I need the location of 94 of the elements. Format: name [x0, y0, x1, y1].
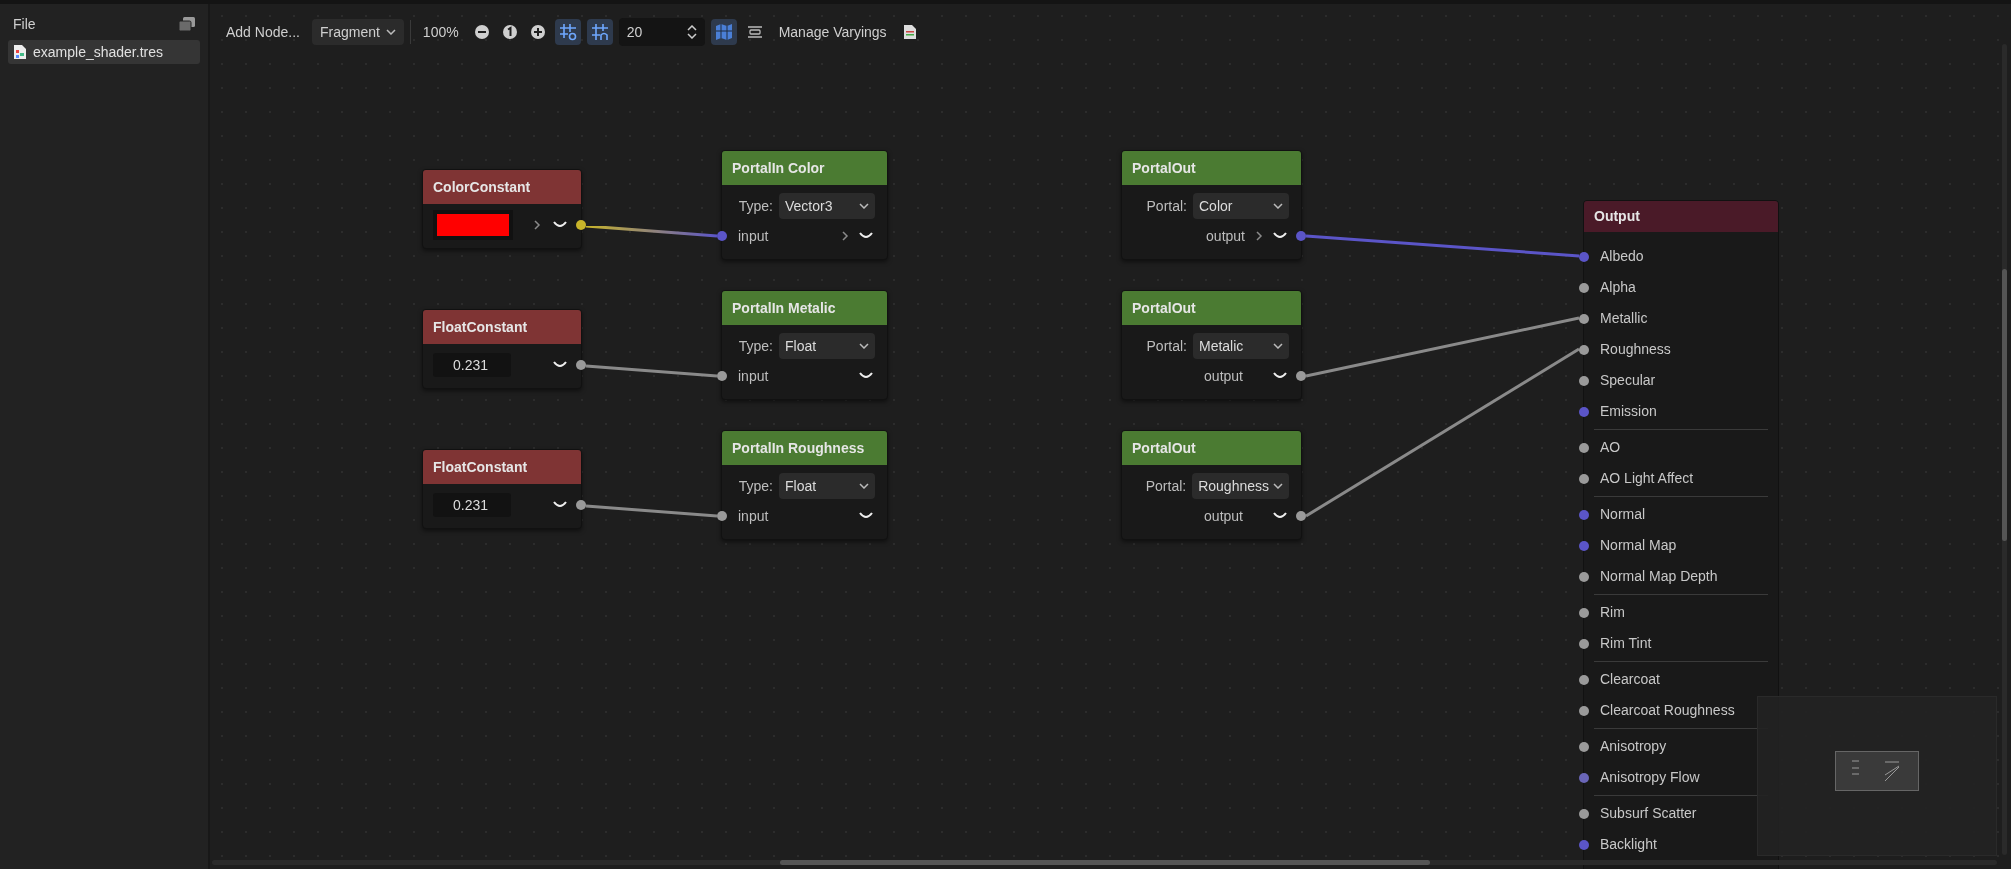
minimap-icon — [714, 23, 733, 41]
dropdown[interactable]: Vector3 — [779, 193, 875, 219]
zoom-reset-button[interactable]: 100% — [416, 18, 465, 46]
scrollbar-thumb[interactable] — [2002, 269, 2007, 541]
dropdown[interactable]: Float — [779, 333, 875, 359]
preview-toggle-icon[interactable] — [553, 361, 567, 369]
grid-icon — [590, 23, 609, 41]
shader-mode-dropdown[interactable]: Fragment — [311, 19, 404, 45]
snap-toggle[interactable] — [554, 19, 581, 45]
value-field[interactable]: 0.231 — [433, 353, 511, 377]
port-label: Alpha — [1600, 278, 1636, 297]
vertical-scrollbar[interactable] — [2002, 44, 2007, 855]
field-label: Type: — [738, 336, 773, 356]
port-label: input — [738, 506, 769, 526]
port-label: Normal Map Depth — [1600, 567, 1718, 586]
port-label: output — [1206, 226, 1245, 246]
port-label: Subsurf Scatter — [1600, 804, 1697, 823]
port-label: input — [738, 226, 769, 246]
node-title: FloatConstant — [423, 450, 581, 484]
zoom-out-icon[interactable] — [473, 24, 490, 40]
preview-toggle-icon[interactable] — [553, 501, 567, 509]
port-label: output — [1204, 506, 1243, 526]
node-title: PortalIn Metalic — [722, 291, 887, 325]
port-label: Backlight — [1600, 835, 1657, 854]
node-title: FloatConstant — [423, 310, 581, 344]
node-title: PortalIn Color — [722, 151, 887, 185]
horizontal-scrollbar[interactable] — [212, 860, 1997, 865]
port-label: output — [1204, 366, 1243, 386]
port-label: Rim — [1600, 603, 1625, 622]
port-label: Clearcoat — [1600, 670, 1660, 689]
port-label: input — [738, 366, 769, 386]
preview-toggle-icon[interactable] — [1273, 372, 1287, 380]
file-item[interactable]: example_shader.tres — [8, 40, 200, 64]
arrange-icon[interactable] — [746, 25, 763, 39]
node-title: PortalOut — [1122, 291, 1301, 325]
node-title: PortalOut — [1122, 431, 1301, 465]
dropdown[interactable]: Metalic — [1193, 333, 1289, 359]
port-label: Emission — [1600, 402, 1657, 421]
port-label: Roughness — [1600, 340, 1671, 359]
spin-arrows-icon — [686, 25, 697, 39]
dropdown[interactable]: Roughness — [1192, 473, 1289, 499]
shader-file-icon — [13, 44, 27, 60]
minimap-toggle[interactable] — [710, 19, 737, 45]
field-label: Portal: — [1145, 476, 1187, 496]
dropdown-caret-icon — [859, 483, 869, 489]
port-label: Metallic — [1600, 309, 1648, 328]
dropdown[interactable]: Float — [779, 473, 875, 499]
dropdown-caret-icon — [859, 203, 869, 209]
value-field[interactable]: 0.231 — [433, 493, 511, 517]
panel-title: File — [13, 14, 36, 34]
node-title: ColorConstant — [423, 170, 581, 204]
field-label: Portal: — [1146, 196, 1187, 216]
field-label: Type: — [738, 196, 773, 216]
preview-toggle-icon[interactable] — [859, 512, 873, 520]
preview-toggle-icon[interactable] — [859, 372, 873, 380]
preview-toggle-icon[interactable] — [1273, 232, 1287, 240]
expand-chevron-icon[interactable] — [841, 231, 849, 241]
port-label: Normal Map — [1600, 536, 1677, 555]
expand-chevron-icon[interactable] — [1255, 231, 1263, 241]
snap-distance-spinbox[interactable]: 20 — [618, 18, 705, 46]
field-label: Type: — [738, 476, 773, 496]
snap-grid-icon — [558, 23, 577, 41]
preview-toggle-icon[interactable] — [1273, 512, 1287, 520]
port-label: Specular — [1600, 371, 1656, 390]
scrollbar-thumb[interactable] — [780, 860, 1430, 865]
dropdown[interactable]: Color — [1193, 193, 1289, 219]
preview-toggle-icon[interactable] — [553, 221, 567, 229]
zoom-in-icon[interactable] — [529, 24, 546, 40]
graph-canvas[interactable] — [210, 4, 2011, 869]
port-label: Normal — [1600, 505, 1646, 524]
port-label: Anisotropy Flow — [1600, 768, 1700, 787]
node-title: Output — [1584, 201, 1778, 232]
grid-toggle[interactable] — [586, 19, 613, 45]
port-label: Albedo — [1600, 247, 1644, 266]
document-icon[interactable] — [902, 24, 917, 40]
zoom-one-icon[interactable] — [501, 24, 518, 40]
add-node-button[interactable]: Add Node... — [220, 18, 306, 46]
preview-toggle-icon[interactable] — [859, 232, 873, 240]
port-label: Clearcoat Roughness — [1600, 701, 1735, 720]
port-label: Anisotropy — [1600, 737, 1667, 756]
port-label: AO — [1600, 438, 1621, 457]
manage-varyings-button[interactable]: Manage Varyings — [772, 18, 893, 46]
node-title: PortalOut — [1122, 151, 1301, 185]
node-title: PortalIn Roughness — [722, 431, 887, 465]
port-label: AO Light Affect — [1600, 469, 1694, 488]
dropdown-caret-icon — [1273, 483, 1283, 489]
dropdown-caret-icon — [1273, 343, 1283, 349]
windows-icon[interactable] — [179, 17, 195, 31]
port-label: Rim Tint — [1600, 634, 1652, 653]
dropdown-caret-icon — [859, 343, 869, 349]
field-label: Portal: — [1146, 336, 1187, 356]
dropdown-caret-icon — [1273, 203, 1283, 209]
expand-chevron-icon[interactable] — [533, 220, 541, 230]
dropdown-caret-icon — [385, 29, 396, 35]
